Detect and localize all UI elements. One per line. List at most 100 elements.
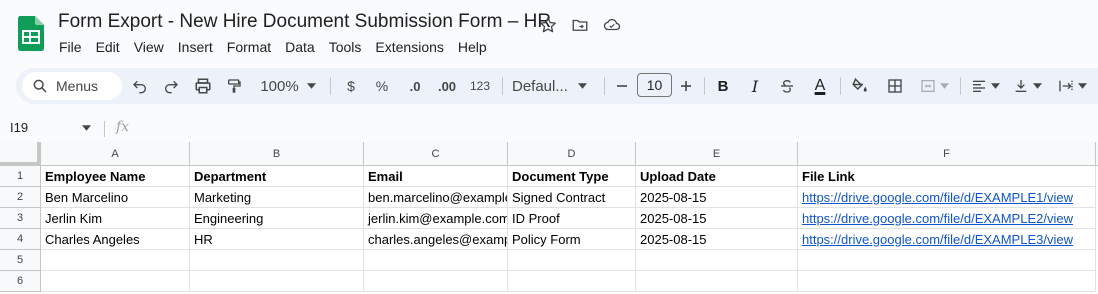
menu-tools[interactable]: Tools [322,38,369,56]
cloud-status-icon[interactable] [601,14,623,36]
toolbar-divider [960,77,961,95]
row-header-5[interactable]: 5 [0,250,41,271]
header-cell[interactable]: File Link [798,166,1096,187]
italic-button[interactable]: I [746,72,764,100]
menu-format[interactable]: Format [220,38,278,56]
strikethrough-icon[interactable] [778,72,796,100]
percent-format-button[interactable]: % [372,72,392,100]
menu-extensions[interactable]: Extensions [368,38,450,56]
column-header-e[interactable]: E [636,142,798,166]
file-link[interactable]: https://drive.google.com/file/d/EXAMPLE1… [798,187,1096,208]
toolbar: Menus 100% $ % .0 .00 123 Defaul... 10 B… [16,68,1098,104]
header-cell[interactable]: Employee Name [41,166,190,187]
table-cell[interactable]: HR [190,229,364,250]
table-cell[interactable] [508,271,636,292]
redo-icon[interactable] [161,72,181,100]
table-cell[interactable] [41,250,190,271]
header-cell[interactable]: Department [190,166,364,187]
table-cell[interactable]: ben.marcelino@example.com [364,187,508,208]
table-cell[interactable] [798,271,1096,292]
column-header-c[interactable]: C [364,142,508,166]
header-cell[interactable]: Document Type [508,166,636,187]
formula-input[interactable] [140,118,1080,138]
select-all-corner[interactable] [0,142,41,166]
name-box[interactable]: I19 [10,120,28,135]
file-link[interactable]: https://drive.google.com/file/d/EXAMPLE2… [798,208,1096,229]
increase-decimal-button[interactable]: .00 [434,72,460,100]
menu-data[interactable]: Data [278,38,322,56]
text-color-button[interactable]: A [808,72,832,100]
fill-color-icon[interactable] [850,72,870,100]
star-icon[interactable] [537,14,559,36]
print-icon[interactable] [192,72,214,100]
paint-format-icon[interactable] [224,72,244,100]
table-cell[interactable]: Ben Marcelino [41,187,190,208]
menu-view[interactable]: View [127,38,171,56]
table-cell[interactable]: Signed Contract [508,187,636,208]
table-cell[interactable] [364,271,508,292]
chevron-down-icon[interactable] [82,125,91,131]
vertical-align-icon[interactable] [1010,72,1044,100]
row-header-1[interactable]: 1 [0,166,41,187]
table-cell[interactable]: ID Proof [508,208,636,229]
undo-icon[interactable] [130,72,150,100]
move-to-folder-icon[interactable] [569,14,591,36]
search-icon [33,79,47,93]
table-cell[interactable]: 2025-08-15 [636,187,798,208]
table-cell[interactable] [41,271,190,292]
menu-search-label: Menus [56,78,99,94]
merge-cells-icon[interactable] [916,72,952,100]
bold-button[interactable]: B [714,72,732,100]
table-cell[interactable]: Jerlin Kim [41,208,190,229]
borders-icon[interactable] [885,72,905,100]
table-cell[interactable]: Marketing [190,187,364,208]
file-link[interactable]: https://drive.google.com/file/d/EXAMPLE3… [798,229,1096,250]
table-cell[interactable]: Engineering [190,208,364,229]
document-title[interactable]: Form Export - New Hire Document Submissi… [58,11,551,33]
decrease-decimal-button[interactable]: .0 [402,72,428,100]
menu-edit[interactable]: Edit [89,38,127,56]
menu-file[interactable]: File [52,38,89,56]
table-cell[interactable]: charles.angeles@example.com [364,229,508,250]
column-header-d[interactable]: D [508,142,636,166]
row-header-6[interactable]: 6 [0,271,41,292]
header-cell[interactable]: Upload Date [636,166,798,187]
table-cell[interactable] [190,271,364,292]
column-header-b[interactable]: B [190,142,364,166]
menu-search[interactable]: Menus [22,72,122,100]
horizontal-align-icon[interactable] [968,72,1002,100]
toolbar-divider [840,77,841,95]
decrease-font-size-icon[interactable] [614,72,630,100]
table-cell[interactable]: 2025-08-15 [636,208,798,229]
table-cell[interactable] [798,250,1096,271]
table-cell[interactable] [364,250,508,271]
currency-format-button[interactable]: $ [342,72,360,100]
table-cell[interactable]: Policy Form [508,229,636,250]
column-header-f[interactable]: F [798,142,1096,166]
table-cell[interactable]: jerlin.kim@example.com [364,208,508,229]
more-formats-button[interactable]: 123 [466,72,494,100]
font-family-select[interactable]: Defaul... [512,72,594,100]
text-wrapping-icon[interactable] [1052,72,1092,100]
font-size-input[interactable]: 10 [637,73,672,97]
table-cell[interactable] [636,250,798,271]
row-header-4[interactable]: 4 [0,229,41,250]
row-header-3[interactable]: 3 [0,208,41,229]
menu-help[interactable]: Help [451,38,494,56]
sheets-logo-icon[interactable] [18,16,44,51]
toolbar-divider [604,77,605,95]
chevron-down-icon [306,83,316,89]
table-cell[interactable]: 2025-08-15 [636,229,798,250]
header-cell[interactable]: Email [364,166,508,187]
spreadsheet-grid: A B C D E F 1 Employee Name Department Email Docum… [0,142,1098,294]
table-cell[interactable] [508,250,636,271]
menu-insert[interactable]: Insert [171,38,220,56]
font-family-value: Defaul... [512,77,568,95]
table-cell[interactable] [636,271,798,292]
table-cell[interactable] [190,250,364,271]
column-header-a[interactable]: A [41,142,190,166]
row-header-2[interactable]: 2 [0,187,41,208]
zoom-select[interactable]: 100% [256,72,320,100]
table-cell[interactable]: Charles Angeles [41,229,190,250]
increase-font-size-icon[interactable] [678,72,694,100]
